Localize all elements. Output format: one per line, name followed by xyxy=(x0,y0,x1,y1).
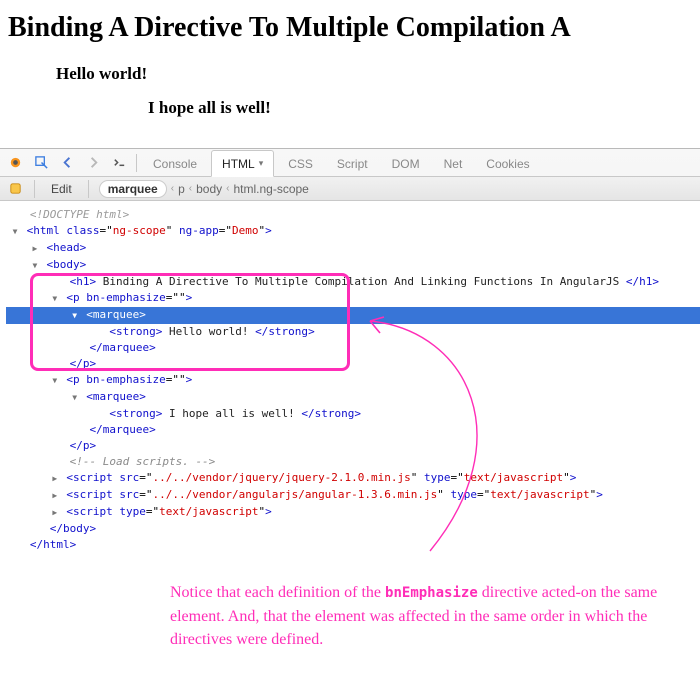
crumb-marquee[interactable]: marquee xyxy=(99,180,167,198)
page-title: Binding A Directive To Multiple Compilat… xyxy=(8,12,692,44)
twist-icon[interactable] xyxy=(50,470,60,487)
tab-console[interactable]: Console xyxy=(143,150,207,177)
devtools-subbar: Edit marquee ‹ p ‹ body ‹ html.ng-scope xyxy=(0,177,700,201)
twist-icon[interactable] xyxy=(50,487,60,504)
src-p1-open[interactable]: <p bn-emphasize=""> xyxy=(10,290,690,307)
nav-back-icon[interactable] xyxy=(56,152,78,174)
break-icon[interactable] xyxy=(6,180,24,198)
src-p1-close[interactable]: </p> xyxy=(10,356,690,372)
src-script1[interactable]: <script src="../../vendor/jquery/jquery-… xyxy=(10,470,690,487)
breadcrumb: marquee ‹ p ‹ body ‹ html.ng-scope xyxy=(99,180,309,198)
devtools-panel: Console HTML ▾ CSS Script DOM Net Cookies… xyxy=(0,148,700,567)
demo-output-2: I hope all is well! xyxy=(148,98,692,118)
tab-css[interactable]: CSS xyxy=(278,150,323,177)
src-strong2[interactable]: <strong> I hope all is well! </strong> xyxy=(10,406,690,422)
tab-dom[interactable]: DOM xyxy=(382,150,430,177)
src-head[interactable]: <head> xyxy=(10,240,690,257)
src-body-open[interactable]: <body> xyxy=(10,257,690,274)
chevron-down-icon: ▾ xyxy=(259,158,264,169)
twist-icon[interactable] xyxy=(30,240,40,257)
twist-icon[interactable] xyxy=(70,389,80,406)
cmdline-icon[interactable] xyxy=(108,152,130,174)
edit-button[interactable]: Edit xyxy=(45,182,78,196)
src-marquee-selected[interactable]: <marquee> xyxy=(6,307,700,324)
src-comment[interactable]: <!-- Load scripts. --> xyxy=(10,454,690,470)
twist-icon[interactable] xyxy=(50,504,60,521)
src-doctype[interactable]: <!DOCTYPE html> xyxy=(10,207,690,223)
src-marquee2-open[interactable]: <marquee> xyxy=(10,389,690,406)
twist-icon[interactable] xyxy=(10,223,20,240)
annotation-text: Notice that each definition of the bnEmp… xyxy=(0,567,700,671)
src-html-open[interactable]: <html class="ng-scope" ng-app="Demo"> xyxy=(10,223,690,240)
tab-html[interactable]: HTML ▾ xyxy=(211,150,274,177)
chevron-left-icon: ‹ xyxy=(189,183,192,194)
firebug-icon[interactable] xyxy=(4,152,26,174)
crumb-p[interactable]: p xyxy=(178,182,185,196)
inspect-icon[interactable] xyxy=(30,152,52,174)
demo-output-1: Hello world! xyxy=(56,64,692,84)
tab-cookies[interactable]: Cookies xyxy=(476,150,539,177)
nav-forward-icon[interactable] xyxy=(82,152,104,174)
chevron-left-icon: ‹ xyxy=(171,183,174,194)
twist-icon[interactable] xyxy=(50,290,60,307)
src-html-close[interactable]: </html> xyxy=(10,537,690,553)
separator xyxy=(136,154,137,172)
src-script3[interactable]: <script type="text/javascript"> xyxy=(10,504,690,521)
devtools-toolbar: Console HTML ▾ CSS Script DOM Net Cookies xyxy=(0,149,700,177)
twist-icon[interactable] xyxy=(30,257,40,274)
src-script2[interactable]: <script src="../../vendor/angularjs/angu… xyxy=(10,487,690,504)
tab-script[interactable]: Script xyxy=(327,150,378,177)
twist-icon[interactable] xyxy=(70,307,80,324)
src-p2-close[interactable]: </p> xyxy=(10,438,690,454)
src-p2-open[interactable]: <p bn-emphasize=""> xyxy=(10,372,690,389)
src-body-close[interactable]: </body> xyxy=(10,521,690,537)
tab-net[interactable]: Net xyxy=(434,150,473,177)
separator xyxy=(88,180,89,198)
chevron-left-icon: ‹ xyxy=(226,183,229,194)
crumb-body[interactable]: body xyxy=(196,182,222,196)
src-h1[interactable]: <h1> Binding A Directive To Multiple Com… xyxy=(10,274,690,290)
src-marquee2-close[interactable]: </marquee> xyxy=(10,422,690,438)
separator xyxy=(34,180,35,198)
html-source-tree[interactable]: <!DOCTYPE html> <html class="ng-scope" n… xyxy=(0,201,700,567)
src-strong1[interactable]: <strong> Hello world! </strong> xyxy=(10,324,690,340)
src-marquee1-close[interactable]: </marquee> xyxy=(10,340,690,356)
tab-html-label: HTML xyxy=(222,157,255,171)
demo-content: Binding A Directive To Multiple Compilat… xyxy=(0,0,700,148)
crumb-html[interactable]: html.ng-scope xyxy=(233,182,308,196)
twist-icon[interactable] xyxy=(50,372,60,389)
